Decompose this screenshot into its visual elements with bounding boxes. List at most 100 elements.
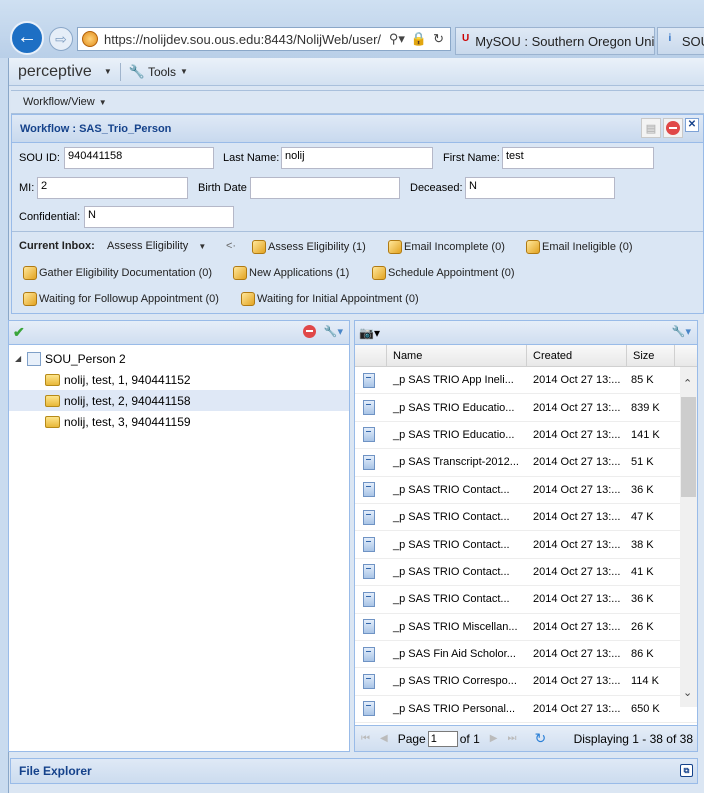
inbox-email-incomplete[interactable]: Email Incomplete (0) <box>388 240 505 254</box>
tree-item[interactable]: nolij, test, 1, 940441152 <box>9 369 349 390</box>
workflow-view-menu[interactable]: Workflow/View ▼ <box>11 90 704 114</box>
doc-cell <box>355 537 387 553</box>
size-cell: 36 K <box>631 593 654 606</box>
size-cell: 141 K <box>631 428 660 441</box>
vertical-scrollbar[interactable]: ⌃ ⌄ <box>680 367 697 707</box>
back-button[interactable]: ← <box>10 21 44 55</box>
scroll-up-icon[interactable]: ⌃ <box>683 377 692 390</box>
inbox-gather-eligibility[interactable]: Gather Eligibility Documentation (0) <box>23 266 212 280</box>
doc-cell <box>355 400 387 416</box>
created-cell: 2014 Oct 27 13:... <box>533 374 621 387</box>
document-icon <box>363 400 375 416</box>
doc-cell <box>355 701 387 717</box>
last-name-field[interactable]: nolij <box>281 147 433 169</box>
inbox-schedule-appointment[interactable]: Schedule Appointment (0) <box>372 266 515 280</box>
content-panes: ✔ 🔧▾ ◢ SOU_Person 2 nolij, test, 1, 94044… <box>8 320 698 752</box>
inbox-waiting-initial[interactable]: Waiting for Initial Appointment (0) <box>241 292 419 306</box>
tree-root[interactable]: ◢ SOU_Person 2 <box>9 348 349 369</box>
inbox-assess-eligibility[interactable]: Assess Eligibility (1) <box>252 240 366 254</box>
last-name-label: Last Name: <box>223 152 280 164</box>
remove-icon[interactable] <box>302 325 316 338</box>
stop-icon[interactable] <box>663 118 683 138</box>
prev-page-icon[interactable]: ◀ <box>380 733 388 744</box>
first-name-field[interactable]: test <box>502 147 654 169</box>
folder-icon <box>45 415 60 428</box>
grid-row[interactable]: _p SAS TRIO Contact... 2014 Oct 27 13:...… <box>355 559 697 587</box>
scan-icon[interactable]: 📷▾ <box>359 326 380 340</box>
refresh-icon[interactable]: ↻ <box>534 730 546 747</box>
inbox-email-ineligible[interactable]: Email Ineligible (0) <box>526 240 632 254</box>
inbox-waiting-followup[interactable]: Waiting for Followup Appointment (0) <box>23 292 219 306</box>
check-icon[interactable]: ✔ <box>13 324 25 341</box>
doc-cell <box>355 509 387 525</box>
expand-triangle-icon[interactable]: ◢ <box>15 354 27 363</box>
box-icon <box>23 266 37 280</box>
name-cell: _p SAS TRIO App Ineli... <box>393 374 514 387</box>
box-icon <box>388 240 402 254</box>
chart-icon[interactable]: ▤ <box>641 118 661 138</box>
box-icon <box>241 292 255 306</box>
tree-item[interactable]: nolij, test, 3, 940441159 <box>9 411 349 432</box>
column-header-size[interactable]: Size <box>627 345 675 366</box>
brand-menu[interactable]: perceptive <box>18 63 92 81</box>
forward-button[interactable]: ⇨ <box>49 27 73 51</box>
column-header-name[interactable]: Name <box>387 345 527 366</box>
doc-cell <box>355 591 387 607</box>
grid-row[interactable]: _p SAS TRIO App Ineli... 2014 Oct 27 13:.… <box>355 367 697 395</box>
document-icon <box>363 537 375 553</box>
confidential-field[interactable]: N <box>84 206 234 228</box>
grid-row[interactable]: _p SAS Fin Aid Scholor... 2014 Oct 27 13:… <box>355 641 697 669</box>
wrench-icon[interactable]: 🔧▾ <box>324 325 343 338</box>
lock-icon[interactable]: 🔒 <box>411 31 427 47</box>
chevron-down-icon[interactable]: ▼ <box>104 67 112 76</box>
stack-icon <box>27 351 41 366</box>
close-icon[interactable]: ✕ <box>685 118 699 132</box>
tools-menu-button[interactable]: 🔧 Tools ▼ <box>129 64 188 80</box>
grid-row[interactable]: _p SAS TRIO Contact... 2014 Oct 27 13:...… <box>355 586 697 614</box>
scrollbar-thumb[interactable] <box>681 397 696 497</box>
file-explorer-bar[interactable]: File Explorer ⧉ <box>10 758 698 784</box>
restore-icon[interactable]: ⧉ <box>680 764 693 777</box>
grid-row[interactable]: _p SAS TRIO Educatio... 2014 Oct 27 13:..… <box>355 394 697 422</box>
mi-label: MI: <box>19 182 35 194</box>
box-icon <box>233 266 247 280</box>
scroll-down-icon[interactable]: ⌄ <box>683 686 692 699</box>
wrench-icon[interactable]: 🔧▾ <box>672 325 691 338</box>
birth-date-field[interactable] <box>250 177 400 199</box>
grid-row[interactable]: _p SAS TRIO Personal... 2014 Oct 27 13:..… <box>355 696 697 724</box>
page-input[interactable] <box>427 730 458 747</box>
browser-tab-mysou[interactable]: U MySOU : Southern Oregon Uni... <box>455 27 655 55</box>
grid-row[interactable]: _p SAS TRIO Educatio... 2014 Oct 27 13:..… <box>355 422 697 450</box>
name-cell: _p SAS TRIO Educatio... <box>393 428 515 441</box>
last-page-icon[interactable]: ⏭ <box>507 733 516 744</box>
url-text: https://nolijdev.sou.ous.edu:8443/NolijW… <box>104 31 382 47</box>
collapse-button[interactable]: <· <box>226 240 236 252</box>
sou-id-label: SOU ID: <box>19 152 60 164</box>
grid-row[interactable]: _p SAS TRIO Correspo... 2014 Oct 27 13:..… <box>355 668 697 696</box>
first-page-icon[interactable]: ⏮ <box>361 733 370 744</box>
grid-row[interactable]: _p SAS TRIO Contact... 2014 Oct 27 13:...… <box>355 531 697 559</box>
folder-icon <box>45 373 60 386</box>
grid-row[interactable]: _p SAS Transcript-2012... 2014 Oct 27 13:… <box>355 449 697 477</box>
browser-tab-sou[interactable]: iSOU <box>657 27 704 55</box>
search-icon[interactable]: ⚲▾ <box>389 31 405 47</box>
tree-item-selected[interactable]: nolij, test, 2, 940441158 <box>9 390 349 411</box>
address-bar[interactable]: https://nolijdev.sou.ous.edu:8443/NolijW… <box>77 27 451 51</box>
grid-row[interactable]: _p SAS TRIO Miscellan... 2014 Oct 27 13:.… <box>355 614 697 641</box>
deceased-field[interactable]: N <box>465 177 615 199</box>
next-page-icon[interactable]: ▶ <box>490 733 498 744</box>
chevron-down-icon: ▼ <box>179 67 188 76</box>
tree-panel: ✔ 🔧▾ ◢ SOU_Person 2 nolij, test, 1, 94044… <box>8 320 350 752</box>
workflow-panel: Workflow : SAS_Trio_Person ▤ ✕ SOU ID: 9… <box>11 114 704 314</box>
refresh-icon[interactable]: ↻ <box>433 31 444 47</box>
sou-id-field[interactable]: 940441158 <box>64 147 214 169</box>
current-inbox-select[interactable]: Assess Eligibility ▼ <box>107 240 206 252</box>
mi-field[interactable]: 2 <box>37 177 188 199</box>
inbox-new-applications[interactable]: New Applications (1) <box>233 266 349 280</box>
grid-row[interactable]: _p SAS TRIO Contact... 2014 Oct 27 13:...… <box>355 504 697 532</box>
grid-row[interactable]: _p SAS TRIO Contact... 2014 Oct 27 13:...… <box>355 477 697 504</box>
size-cell: 114 K <box>631 675 659 688</box>
column-header-created[interactable]: Created <box>527 345 627 366</box>
document-icon <box>363 482 375 498</box>
folder-icon <box>45 394 60 407</box>
